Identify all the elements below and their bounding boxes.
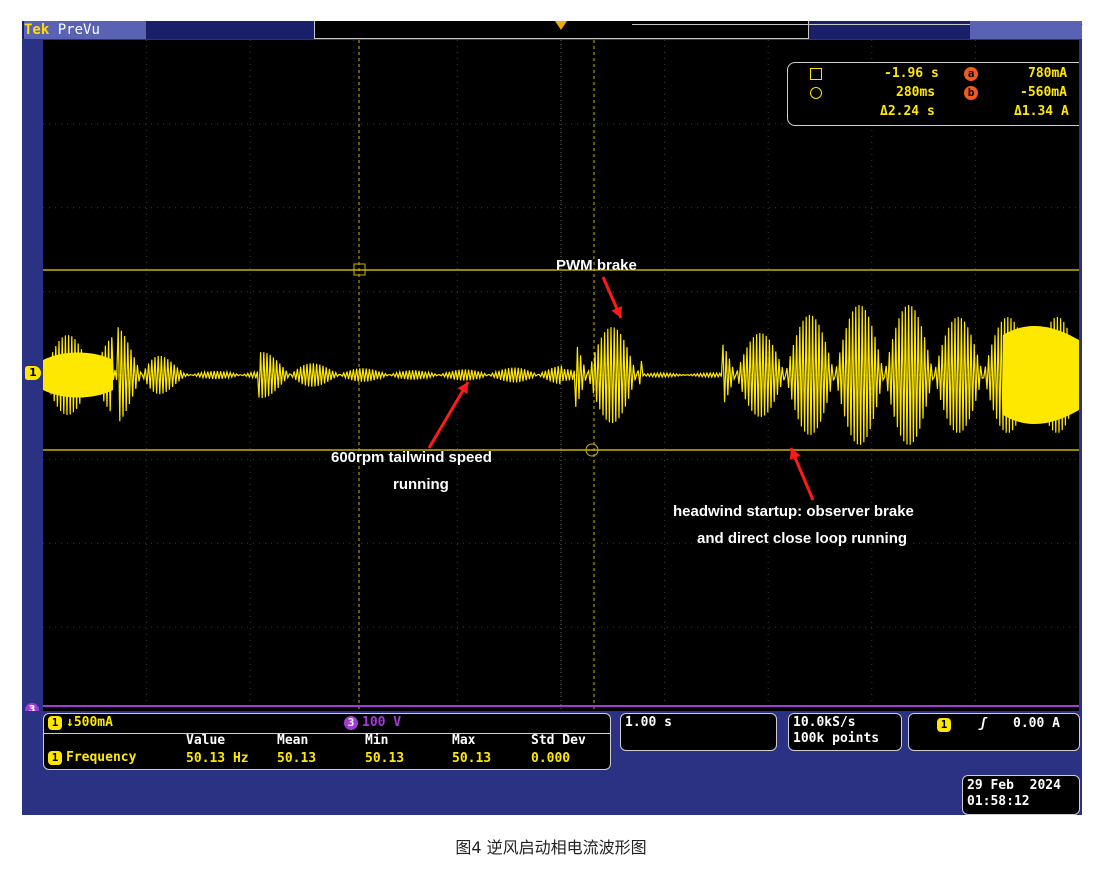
trigger-slope-icon: ʃ <box>979 716 987 731</box>
meas-header-mean: Mean <box>277 733 309 748</box>
top-status-bar: Tek PreVu <box>22 21 1083 39</box>
cursor-delta-time: Δ2.24 s <box>880 104 935 119</box>
waveform-fill-end <box>1003 325 1079 425</box>
cursor-b-value: -560mA <box>1020 85 1067 100</box>
trigger-position-icon[interactable] <box>555 21 567 30</box>
oscilloscope-display: Tek PreVu a b 1 3 -1.96 s 280ms Δ2.24 s … <box>22 21 1083 815</box>
meas-header-max: Max <box>452 733 476 748</box>
measurement-panel[interactable]: 1 ↓500mA 3 100 V Value Mean Min Max Std De… <box>43 713 611 770</box>
waveform-canvas <box>43 40 1079 711</box>
meas-header-min: Min <box>365 733 389 748</box>
pwm-brake-annotation: PWM brake <box>556 257 637 274</box>
cursor-square-icon <box>810 68 822 80</box>
datetime-box: 29 Feb 2024 01:58:12 <box>962 775 1080 815</box>
meas-mean: 50.13 <box>277 751 317 766</box>
trigger-box[interactable]: 1 ʃ 0.00 A <box>908 713 1080 751</box>
cursor-readout-panel: -1.96 s 280ms Δ2.24 s a b 780mA -560mA Δ… <box>787 62 1079 126</box>
ch1-ground-marker[interactable]: 1 <box>25 366 41 380</box>
tailwind-annotation-line2: running <box>393 476 449 493</box>
trigger-ch-chip: 1 <box>937 718 951 732</box>
meas-min: 50.13 <box>365 751 405 766</box>
record-length: 100k points <box>793 731 880 746</box>
bottom-status-panel: 1 ↓500mA 3 100 V Value Mean Min Max Std De… <box>22 711 1082 815</box>
meas-value: 50.13 Hz <box>186 751 249 766</box>
meas-ch1-chip: 1 <box>48 750 62 765</box>
ch1-scale: ↓500mA <box>66 715 113 730</box>
cursor1-time: -1.96 s <box>884 66 939 81</box>
timebase-box[interactable]: 1.00 s <box>620 713 777 751</box>
brand-label: Tek PreVu <box>24 21 146 39</box>
ch1-scale-readout[interactable]: 1 ↓500mA <box>48 715 113 730</box>
ch3-scale: 100 V <box>362 715 402 730</box>
headwind-annotation-line2: and direct close loop running <box>697 530 908 547</box>
cursor-circle-icon <box>810 87 822 99</box>
acquisition-box[interactable]: 10.0kS/s 100k points <box>788 713 902 751</box>
time-readout: 01:58:12 <box>967 794 1030 809</box>
meas-stddev: 0.000 <box>531 751 571 766</box>
meas-max: 50.13 <box>452 751 492 766</box>
annotation-arrow <box>427 381 470 449</box>
ch1-waveform <box>43 304 1079 445</box>
ch3-scale-readout[interactable]: 3 100 V <box>344 715 401 730</box>
ch3-chip: 3 <box>344 715 358 730</box>
acquisition-mode: PreVu <box>57 22 100 38</box>
meas-label: Frequency <box>66 750 137 765</box>
cursor-b-badge: b <box>964 86 978 100</box>
measurement-divider <box>44 733 610 734</box>
cursor-a-badge: a <box>964 67 978 81</box>
top-right-status <box>970 21 1082 39</box>
meas-header-stddev: Std Dev <box>531 733 586 748</box>
sample-rate: 10.0kS/s <box>793 715 856 730</box>
brand-logo: Tek <box>24 22 50 38</box>
waveform-graticule[interactable]: -1.96 s 280ms Δ2.24 s a b 780mA -560mA Δ… <box>43 40 1079 711</box>
figure-caption: 图4 逆风启动相电流波形图 <box>455 838 647 857</box>
meas-row-frequency[interactable]: 1 Frequency <box>48 750 136 765</box>
tailwind-annotation-line1: 600rpm tailwind speed <box>331 449 492 466</box>
meas-header-value: Value <box>186 733 226 748</box>
headwind-annotation-line1: headwind startup: observer brake <box>673 503 914 520</box>
cursor-a-value: 780mA <box>1028 66 1068 81</box>
date-readout: 29 Feb 2024 <box>967 778 1061 793</box>
timebase-value: 1.00 s <box>625 715 672 730</box>
cursor-delta-amplitude: Δ1.34 A <box>1014 104 1069 119</box>
cursor2-time: 280ms <box>896 85 936 100</box>
waveform-fill-start <box>43 352 113 398</box>
ch1-chip: 1 <box>48 715 62 730</box>
trigger-level: 0.00 A <box>1013 716 1060 731</box>
